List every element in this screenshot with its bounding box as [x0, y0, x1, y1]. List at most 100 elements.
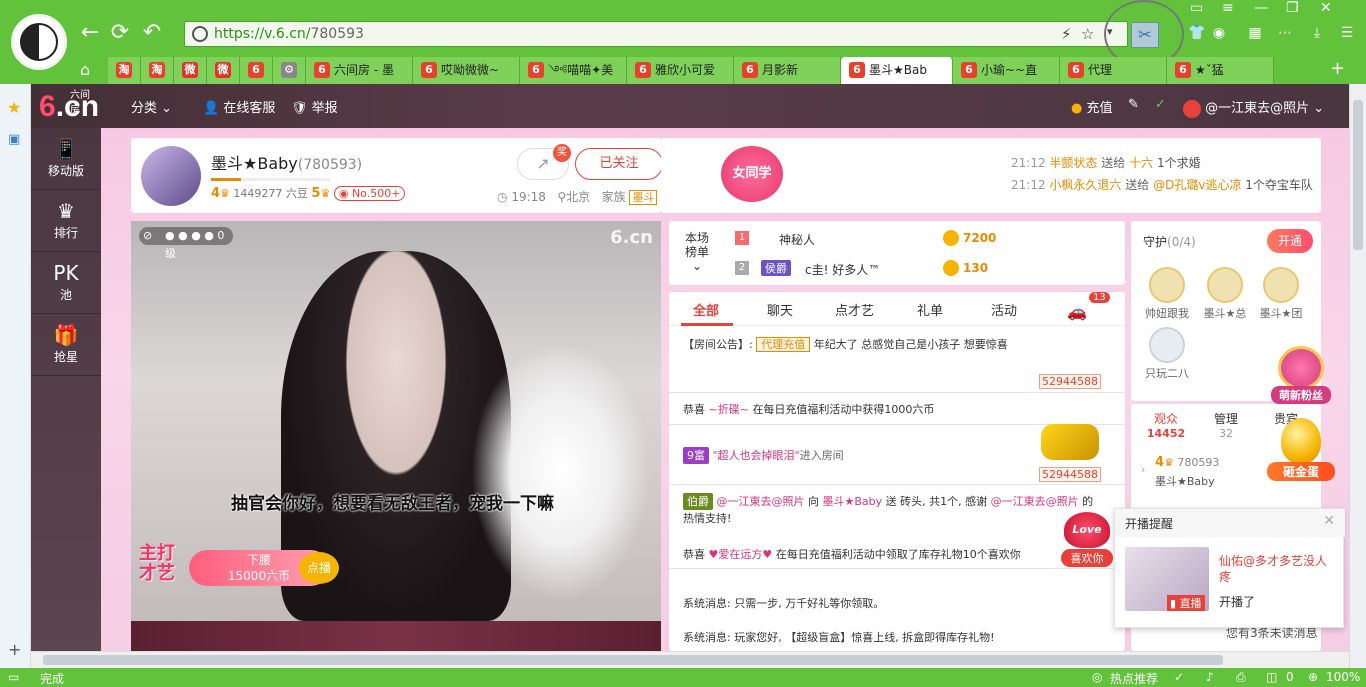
browser-tab[interactable]: 6 小瑜~~直 [953, 57, 1060, 84]
nav-service[interactable]: 👤 在线客服 [203, 97, 275, 116]
new-tab-icon[interactable]: + [1330, 58, 1345, 79]
notice-sender[interactable]: 半颤状态 [1049, 156, 1097, 170]
calculator-icon[interactable]: ▦ [1246, 25, 1264, 43]
close-window-icon[interactable]: ✕ [1320, 0, 1332, 16]
chat-tab[interactable]: 礼单 [917, 300, 943, 319]
print-icon[interactable]: ⎙ [1236, 670, 1246, 685]
browser-tab[interactable]: 微 [174, 57, 207, 84]
chat-tab[interactable]: 活动 [991, 300, 1017, 319]
user-menu[interactable]: @一江東去@照片 ⌄ [1183, 97, 1324, 118]
zoom-icon[interactable]: ⊕ [1308, 670, 1318, 684]
settings-icon[interactable]: ☰ [1338, 25, 1356, 43]
browser-tab[interactable]: 6 ★ˇ猛 [1167, 57, 1274, 84]
browser-tab[interactable]: 6 雅欣小可爱 [627, 57, 734, 84]
menu-icon[interactable]: ≡ [1222, 0, 1234, 16]
popup-close-icon[interactable]: ✕ [1323, 513, 1335, 529]
browser-tab[interactable]: 6 六间房 - 墨 [306, 57, 413, 84]
browser-tab[interactable]: 6 墨斗★Bab [841, 57, 953, 84]
leftnav-item[interactable]: PK 池 [31, 252, 101, 314]
notice-sender[interactable]: 小枫永久退六 [1049, 178, 1121, 192]
browser-tab[interactable]: 6 月影新 [734, 57, 841, 84]
horizontal-scrollbar[interactable] [31, 651, 1349, 668]
window-mini-icon[interactable]: ▭ [1190, 0, 1203, 16]
leftnav-item[interactable]: ♛ 排行 [31, 190, 101, 252]
guard-member[interactable]: 墨斗★总 [1201, 267, 1249, 321]
egg-badge[interactable]: 砸金蛋 [1267, 418, 1335, 484]
video-player[interactable]: ⊘ ● ● ● ● 0级 6.cn 抽官会你好，想要看无敌王者，宠我一下嘛 主打才… [131, 221, 661, 621]
enter-name[interactable]: "超人也会掉眼泪" [713, 449, 800, 462]
refresh-icon[interactable]: ⟳ [108, 22, 132, 44]
mute-icon[interactable]: ♪ [1206, 670, 1214, 684]
gift-from-2[interactable]: @一江東去@照片 [991, 495, 1079, 508]
cut-icon[interactable]: ✂ [1131, 22, 1159, 48]
address-bar[interactable]: https://v.6.cn/780593 ⚡ ☆ ▾ [184, 21, 1128, 47]
status-zoom[interactable]: 100% [1326, 670, 1360, 684]
car-icon[interactable]: 🚗 [1067, 302, 1087, 321]
minimize-icon[interactable]: — [1254, 0, 1268, 16]
screen-icon[interactable]: ▣ [8, 132, 20, 147]
status-hot[interactable]: 热点推荐 [1110, 670, 1158, 687]
notice-tag[interactable]: 代理充值 [756, 337, 811, 352]
request-button[interactable]: 点播 [299, 552, 339, 584]
rank-name[interactable]: c圭! 好多人™ [805, 261, 880, 278]
undo-icon[interactable]: ↶ [140, 22, 164, 44]
rank-label[interactable]: 本场 榜单 ⌄ [685, 231, 709, 273]
back-icon[interactable]: ← [78, 22, 102, 44]
shirt-icon[interactable]: 👕 [1188, 25, 1206, 43]
leftnav-item[interactable]: 📱 移动版 [31, 128, 101, 190]
guard-member[interactable]: 帅妞跟我 [1143, 267, 1191, 321]
browser-tab[interactable]: 6 [240, 57, 273, 84]
shield-icon[interactable]: ✓ [1174, 670, 1184, 684]
fans-badge[interactable]: 萌新粉丝 [1271, 346, 1331, 408]
check-icon[interactable]: ✓ [1155, 97, 1166, 112]
guard-member[interactable]: 墨斗★团 [1257, 267, 1305, 321]
notice-receiver[interactable]: 十六 [1129, 156, 1153, 170]
notice-receiver[interactable]: @D孔璐v逃心凉 [1153, 178, 1241, 192]
rank-name[interactable]: 神秘人 [779, 231, 815, 248]
download-icon[interactable]: ⤓ [1308, 25, 1326, 43]
love-badge[interactable]: Love 喜欢你 [1061, 512, 1113, 567]
translate-icon[interactable]: ◉ [1210, 25, 1228, 43]
audience-tab[interactable]: 观众 14452 [1141, 410, 1191, 440]
vertical-scrollbar[interactable] [1349, 84, 1366, 668]
request-box[interactable]: 主打 才艺 下腰 15000六币 点播 [139, 544, 339, 588]
audience-tab[interactable]: 管理 32 [1201, 410, 1251, 440]
scroll-thumb[interactable] [1353, 100, 1363, 250]
browser-tab[interactable]: 淘 [141, 57, 174, 84]
family-badge[interactable]: 墨斗 [629, 190, 658, 205]
edit-icon[interactable]: ✎ [1128, 97, 1139, 112]
hscroll-thumb[interactable] [43, 655, 1223, 665]
guard-member[interactable]: 只玩二八 [1143, 327, 1191, 381]
congrats2-name[interactable]: ♥爱在远方♥ [709, 548, 773, 561]
star-icon[interactable]: ☆ [1081, 25, 1094, 43]
browser-tab[interactable]: 6 哎呦微微~ [413, 57, 520, 84]
lightning-icon[interactable]: ⚡ [1061, 25, 1072, 43]
browser-tab[interactable]: ⚙ [273, 57, 306, 84]
girl-badge[interactable]: 女同学 [721, 146, 783, 202]
gift-to[interactable]: 墨斗★Baby [823, 495, 883, 508]
recharge-link[interactable]: ● 充值 [1071, 97, 1113, 116]
gift-from[interactable]: @一江東去@照片 [717, 495, 805, 508]
browser-tab[interactable]: 微 [207, 57, 240, 84]
chat-tab[interactable]: 全部 [693, 300, 719, 319]
add-sidebar-icon[interactable]: + [8, 640, 21, 659]
site-logo[interactable]: 6.cn 六间房 [39, 90, 99, 124]
favorites-icon[interactable]: ★ [7, 98, 21, 117]
browser-tab[interactable]: 6 代理 [1060, 57, 1167, 84]
chat-tab[interactable]: 聊天 [767, 300, 793, 319]
follow-button[interactable]: 已关注 [575, 148, 663, 180]
restore-icon[interactable]: ❐ [1286, 0, 1299, 16]
rank-badge[interactable]: ◉ No.500+ [333, 186, 406, 201]
home-icon[interactable]: ⌂ [80, 60, 90, 79]
nav-category[interactable]: 分类 ⌄ [131, 97, 172, 116]
chat-tab[interactable]: 点才艺 [835, 300, 874, 319]
nav-report[interactable]: 🛡 举报 [291, 97, 338, 116]
browser-tab[interactable]: 6 ༺喵喵✦美 [520, 57, 627, 84]
anchor-avatar[interactable] [141, 146, 201, 206]
browser-tab[interactable]: 淘 [108, 57, 141, 84]
popup-name[interactable]: 仙佑@多才多艺没人疼 [1219, 553, 1337, 585]
congrats1-name[interactable]: ~折碟~ [709, 403, 749, 416]
leftnav-item[interactable]: 🎁 抢星 [31, 314, 101, 376]
more-icon[interactable]: ⋯ [1276, 25, 1294, 43]
guard-open-button[interactable]: 开通 [1267, 229, 1313, 253]
